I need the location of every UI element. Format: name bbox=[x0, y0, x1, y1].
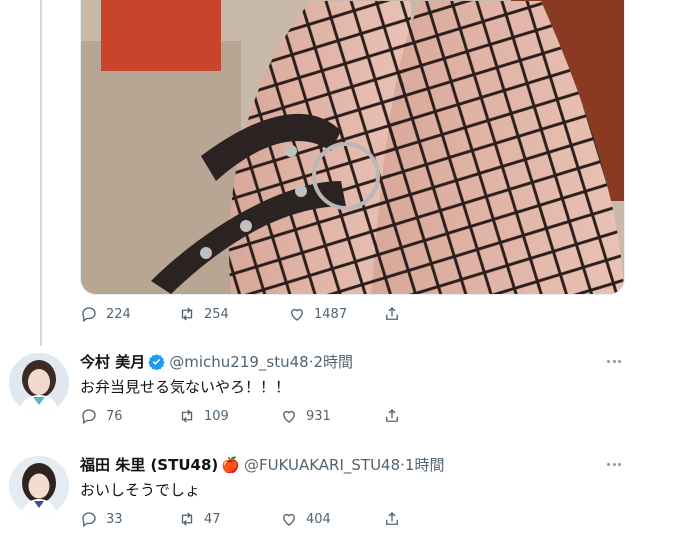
avatar[interactable] bbox=[9, 353, 69, 413]
verified-icon bbox=[148, 354, 165, 370]
retweet-count: 47 bbox=[204, 511, 221, 527]
top-tweet-actions: 224 254 1487 bbox=[80, 302, 401, 326]
reply-text: お弁当見せる気ないやろ！！！ bbox=[80, 378, 291, 396]
share-button[interactable] bbox=[383, 407, 401, 425]
thread-line bbox=[40, 0, 42, 346]
like-button[interactable]: 1487 bbox=[288, 305, 383, 323]
like-count: 931 bbox=[306, 408, 331, 424]
share-button[interactable] bbox=[383, 510, 401, 528]
more-icon[interactable] bbox=[604, 454, 624, 474]
reply-button[interactable]: 33 bbox=[80, 510, 178, 528]
retweet-button[interactable]: 109 bbox=[178, 407, 280, 425]
reply-button[interactable]: 76 bbox=[80, 407, 178, 425]
reply-icon bbox=[82, 409, 96, 425]
like-icon bbox=[283, 513, 295, 526]
retweet-button[interactable]: 254 bbox=[178, 305, 288, 323]
reply-actions: 33 47 404 bbox=[80, 507, 401, 531]
share-icon bbox=[386, 512, 398, 525]
avatar[interactable] bbox=[9, 456, 69, 516]
like-icon bbox=[283, 410, 295, 423]
like-count: 1487 bbox=[314, 306, 348, 322]
retweet-icon bbox=[181, 512, 193, 526]
reply-actions: 76 109 931 bbox=[80, 404, 401, 428]
like-button[interactable]: 404 bbox=[280, 510, 383, 528]
apple-emoji: 🍎 bbox=[221, 455, 240, 474]
display-name[interactable]: 今村 美月 bbox=[80, 351, 145, 372]
handle-and-time[interactable]: @FUKUAKARI_STU48·1時間 bbox=[244, 454, 445, 475]
share-icon bbox=[386, 409, 398, 422]
reply-text: おいしそうでしょ bbox=[80, 481, 201, 499]
reply-count: 33 bbox=[106, 511, 123, 527]
reply-icon bbox=[82, 307, 96, 323]
more-icon[interactable] bbox=[604, 351, 624, 371]
tweet-media-image[interactable] bbox=[80, 0, 625, 295]
reply-header: 福田 朱里 (STU48) 🍎 @FUKUAKARI_STU48·1時間 bbox=[80, 454, 444, 475]
reply-header: 今村 美月 @michu219_stu48·2時間 bbox=[80, 351, 353, 372]
like-icon bbox=[291, 308, 303, 321]
reply-icon bbox=[82, 512, 96, 528]
reply-count: 224 bbox=[106, 306, 131, 322]
retweet-icon bbox=[181, 307, 193, 321]
like-count: 404 bbox=[306, 511, 331, 527]
retweet-count: 254 bbox=[204, 306, 229, 322]
handle-and-time[interactable]: @michu219_stu48·2時間 bbox=[169, 351, 353, 372]
retweet-button[interactable]: 47 bbox=[178, 510, 280, 528]
share-icon bbox=[386, 307, 398, 320]
like-button[interactable]: 931 bbox=[280, 407, 383, 425]
display-name[interactable]: 福田 朱里 (STU48) bbox=[80, 454, 218, 475]
retweet-count: 109 bbox=[204, 408, 229, 424]
share-button[interactable] bbox=[383, 305, 401, 323]
reply-button[interactable]: 224 bbox=[80, 305, 178, 323]
reply-count: 76 bbox=[106, 408, 123, 424]
retweet-icon bbox=[181, 409, 193, 423]
